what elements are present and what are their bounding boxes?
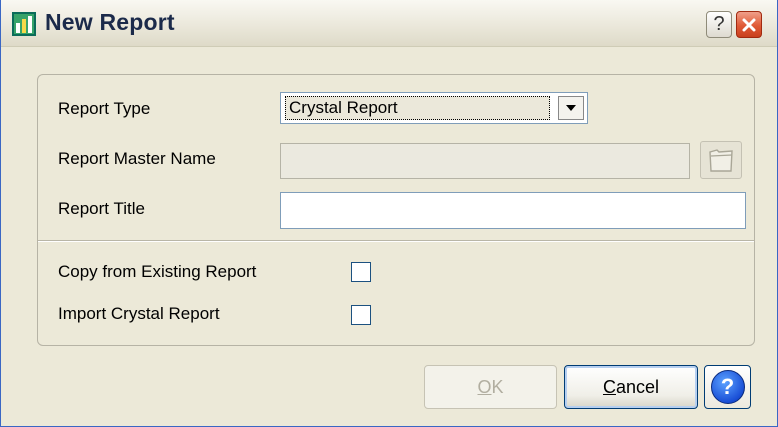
help-circle-icon: ? (710, 370, 745, 404)
dropdown-arrow-icon[interactable] (558, 96, 584, 120)
report-type-label: Report Type (58, 99, 151, 118)
app-icon (12, 12, 36, 36)
copy-existing-label: Copy from Existing Report (58, 262, 257, 281)
cancel-mnemonic: C (602, 376, 616, 397)
title-bar[interactable]: New Report ? (1, 0, 777, 47)
report-type-selected-value: Crystal Report (285, 96, 550, 120)
copy-existing-checkbox[interactable] (351, 262, 371, 282)
new-report-dialog: New Report ? Report Type Crystal Report … (0, 0, 778, 427)
cancel-label-rest: ancel (615, 376, 660, 397)
report-title-label: Report Title (58, 199, 145, 218)
window-title: New Report (45, 9, 175, 35)
report-title-input[interactable] (280, 192, 746, 229)
import-crystal-checkbox[interactable] (351, 305, 371, 325)
question-icon: ? (713, 13, 725, 35)
ok-mnemonic: O (477, 376, 492, 397)
cancel-button[interactable]: Cancel (564, 365, 698, 409)
group-divider (38, 240, 754, 242)
browse-button[interactable] (700, 141, 742, 179)
import-crystal-label: Import Crystal Report (58, 304, 220, 323)
titlebar-close-button[interactable] (736, 11, 762, 38)
report-type-select[interactable]: Crystal Report (280, 92, 588, 124)
folder-icon (709, 149, 733, 172)
titlebar-help-button[interactable]: ? (706, 11, 732, 38)
close-icon (742, 18, 756, 31)
ok-button[interactable]: OK (424, 365, 557, 409)
report-master-name-label: Report Master Name (58, 149, 216, 168)
report-master-name-input[interactable] (280, 143, 690, 179)
ok-label-rest: K (491, 376, 504, 397)
help-button[interactable]: ? (704, 365, 751, 409)
